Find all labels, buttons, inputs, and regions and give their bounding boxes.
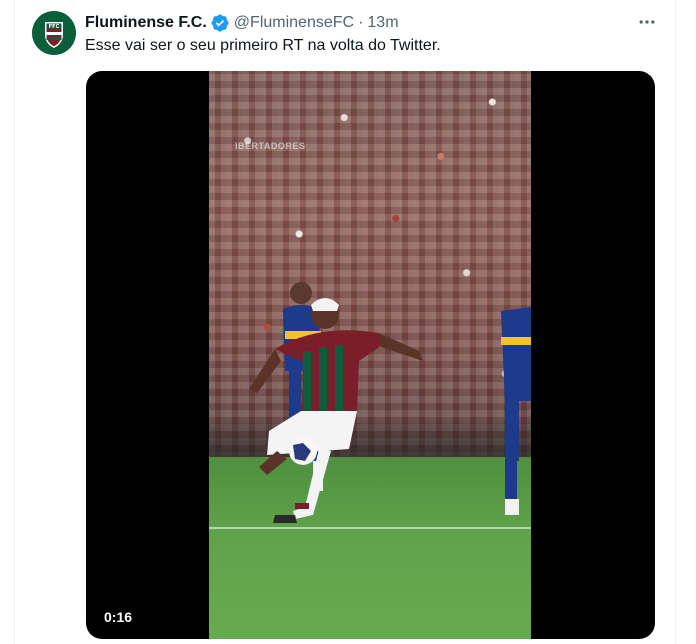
tweet-text: Esse vai ser o seu primeiro RT na volta … [85,37,441,54]
tweet-timestamp[interactable]: 13m [367,13,398,33]
video-player[interactable]: IBERTADORES 0:16 [86,71,655,639]
display-name[interactable]: Fluminense F.C. [85,13,207,33]
separator-dot: · [358,14,364,31]
fluminense-crest-icon: FFC [32,11,76,55]
page: FFC Fluminense F.C. @FluminenseFC · 13m … [0,0,696,644]
tweet-header: Fluminense F.C. @FluminenseFC · 13m [85,12,399,34]
avatar[interactable]: FFC [32,11,76,55]
fluminense-player [249,298,423,523]
verified-badge-icon [210,13,230,33]
opponent-player-right [501,307,531,515]
video-duration: 0:16 [104,609,133,625]
user-handle[interactable]: @FluminenseFC [234,13,354,33]
tweet-card[interactable]: FFC Fluminense F.C. @FluminenseFC · 13m … [14,0,676,644]
video-frame[interactable]: IBERTADORES [209,71,531,639]
svg-text:FFC: FFC [49,24,60,30]
more-options-icon[interactable] [631,10,663,34]
players-illustration [249,282,531,523]
